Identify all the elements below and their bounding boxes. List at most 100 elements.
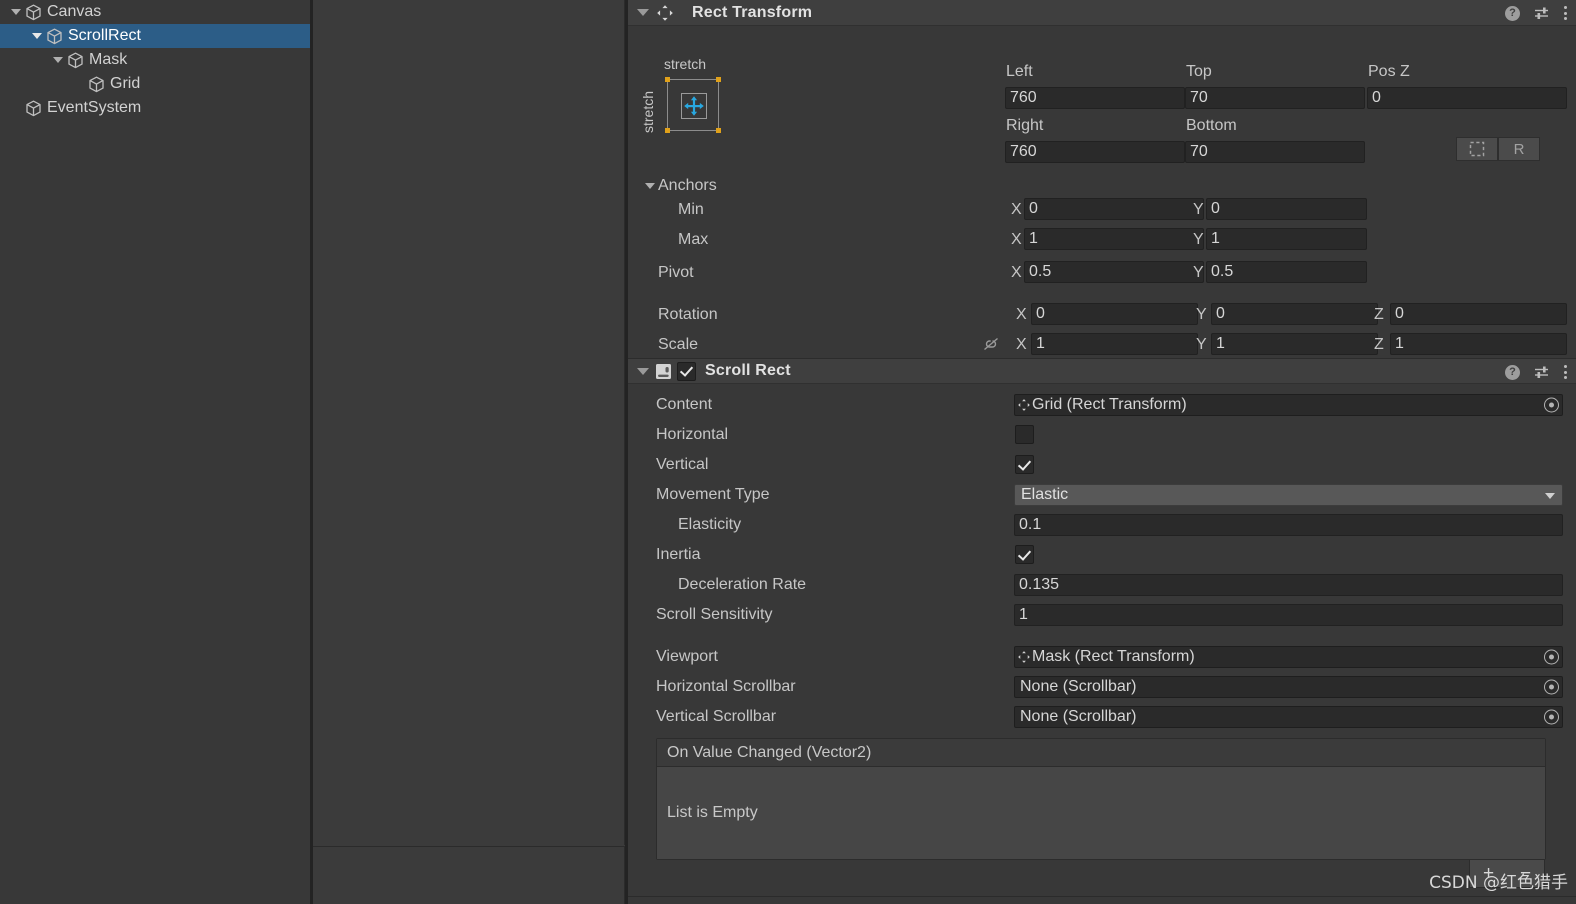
hierarchy-item-scrollrect[interactable]: ScrollRect	[0, 24, 310, 48]
left-input[interactable]: 760	[1005, 87, 1185, 109]
horizontal-scrollbar-object-field[interactable]: None (Scrollbar)	[1014, 676, 1563, 698]
anchor-max-y-input[interactable]: 1	[1206, 228, 1367, 250]
rect-transform-body: stretch stretch Left Top Pos Z 760 70 0 …	[628, 26, 1576, 358]
pivot-x-axis: X	[1011, 264, 1022, 281]
hierarchy-item-canvas[interactable]: Canvas	[0, 0, 310, 24]
rect-transform-header[interactable]: Rect Transform ?	[628, 0, 1576, 26]
preset-icon[interactable]	[1534, 365, 1550, 379]
anchor-preset-box	[665, 77, 721, 133]
vertical-scrollbar-object-field[interactable]: None (Scrollbar)	[1014, 706, 1563, 728]
scroll-rect-foldout-icon[interactable]	[634, 358, 652, 384]
hierarchy-item-grid[interactable]: Grid	[0, 72, 310, 96]
chevron-down-icon	[1545, 493, 1555, 499]
on-value-changed-header: On Value Changed (Vector2)	[657, 739, 1545, 767]
help-icon[interactable]: ?	[1505, 5, 1520, 21]
scroll-rect-body: Content Grid (Rect Transform) Horizontal Ve…	[628, 384, 1576, 744]
rotation-y-axis: Y	[1196, 306, 1207, 323]
on-value-changed-body[interactable]: List is Empty	[657, 767, 1545, 859]
anchor-preset-top-label: stretch	[664, 56, 707, 72]
blueprint-mode-button[interactable]	[1456, 137, 1498, 161]
scroll-sensitivity-input[interactable]: 1	[1014, 604, 1563, 626]
viewport-label: Viewport	[656, 648, 718, 665]
rotation-x-input[interactable]: 0	[1031, 303, 1198, 325]
raw-edit-mode-button[interactable]: R	[1498, 137, 1540, 161]
help-icon[interactable]: ?	[1505, 364, 1520, 380]
anchor-min-y-axis: Y	[1193, 201, 1204, 218]
viewport-object-field[interactable]: Mask (Rect Transform)	[1014, 646, 1563, 668]
anchor-min-x-input[interactable]: 0	[1024, 198, 1204, 220]
scale-x-axis: X	[1016, 336, 1027, 353]
object-picker-icon[interactable]	[1544, 709, 1559, 725]
property-row-vertical: Vertical	[628, 450, 1576, 480]
inertia-label: Inertia	[656, 546, 701, 563]
hierarchy-item-label: ScrollRect	[68, 27, 141, 44]
bottom-input[interactable]: 70	[1185, 141, 1365, 163]
scale-z-input[interactable]: 1	[1390, 333, 1567, 355]
scroll-rect-header[interactable]: Scroll Rect ?	[628, 358, 1576, 384]
vertical-scrollbar-label: Vertical Scrollbar	[656, 708, 777, 725]
scale-x-input[interactable]: 1	[1031, 333, 1198, 355]
rotation-y-input[interactable]: 0	[1211, 303, 1378, 325]
expand-arrow-icon[interactable]	[50, 48, 66, 72]
blueprint-icon	[1469, 141, 1485, 157]
expand-arrow-placeholder	[8, 96, 24, 120]
deceleration-rate-input[interactable]: 0.135	[1014, 574, 1563, 596]
anchors-foldout-icon[interactable]	[642, 174, 658, 198]
anchor-max-label: Max	[678, 231, 709, 248]
expand-arrow-icon[interactable]	[29, 24, 45, 48]
cube-icon	[87, 72, 107, 96]
right-input[interactable]: 760	[1005, 141, 1185, 163]
rect-transform-foldout-icon[interactable]	[634, 0, 652, 26]
expand-arrow-icon[interactable]	[8, 0, 24, 24]
unity-editor-window: Canvas ScrollRect Mask Grid EventSystem Rect…	[0, 0, 1576, 904]
center-panel-upper	[313, 0, 625, 845]
anchor-max-y-axis: Y	[1193, 231, 1204, 248]
scale-z-axis: Z	[1374, 336, 1384, 353]
property-row-horizontal-scrollbar: Horizontal Scrollbar None (Scrollbar)	[628, 672, 1576, 702]
scroll-rect-component-icon	[652, 358, 674, 384]
rect-transform-icon	[652, 0, 678, 26]
anchor-min-y-input[interactable]: 0	[1206, 198, 1367, 220]
pivot-x-input[interactable]: 0.5	[1024, 261, 1204, 283]
inertia-checkbox[interactable]	[1015, 545, 1034, 564]
property-row-movement-type: Movement Type Elastic	[628, 480, 1576, 510]
anchor-preset-left-label: stretch	[640, 90, 657, 134]
top-input[interactable]: 70	[1185, 87, 1365, 109]
horizontal-checkbox[interactable]	[1015, 425, 1034, 444]
property-row-inertia: Inertia	[628, 540, 1576, 570]
scroll-rect-enabled-checkbox[interactable]	[677, 361, 696, 381]
scroll-rect-header-icons: ?	[1505, 359, 1568, 385]
scroll-rect-title: Scroll Rect	[705, 362, 791, 379]
pos-z-input[interactable]: 0	[1367, 87, 1567, 109]
component-menu-icon[interactable]	[1564, 364, 1568, 380]
movement-type-dropdown[interactable]: Elastic	[1014, 484, 1563, 506]
scale-y-input[interactable]: 1	[1211, 333, 1378, 355]
object-picker-icon[interactable]	[1544, 649, 1559, 665]
constrain-proportions-off-icon[interactable]	[982, 336, 1000, 352]
cube-icon	[24, 0, 44, 24]
scale-label: Scale	[658, 336, 699, 353]
vertical-checkbox[interactable]	[1015, 455, 1034, 474]
right-label: Right	[1006, 117, 1044, 134]
content-label: Content	[656, 396, 713, 413]
anchor-max-x-input[interactable]: 1	[1024, 228, 1204, 250]
rotation-z-input[interactable]: 0	[1390, 303, 1567, 325]
hierarchy-item-eventsystem[interactable]: EventSystem	[0, 96, 310, 120]
scale-y-axis: Y	[1196, 336, 1207, 353]
anchor-preset-widget[interactable]: stretch stretch	[640, 56, 750, 151]
content-object-field[interactable]: Grid (Rect Transform)	[1014, 394, 1563, 416]
preset-icon[interactable]	[1534, 6, 1550, 20]
elasticity-input[interactable]: 0.1	[1014, 514, 1563, 536]
watermark: CSDN @红色猎手	[1429, 873, 1568, 893]
hierarchy-item-mask[interactable]: Mask	[0, 48, 310, 72]
anchor-min-label: Min	[678, 201, 704, 218]
rotation-z-axis: Z	[1374, 306, 1384, 323]
object-picker-icon[interactable]	[1544, 679, 1559, 695]
on-value-changed-list: On Value Changed (Vector2) List is Empty…	[656, 738, 1546, 888]
scroll-sensitivity-label: Scroll Sensitivity	[656, 606, 773, 623]
pivot-y-input[interactable]: 0.5	[1206, 261, 1367, 283]
cube-icon	[66, 48, 86, 72]
component-menu-icon[interactable]	[1564, 5, 1568, 21]
anchors-foldout[interactable]: Anchors	[642, 174, 717, 198]
object-picker-icon[interactable]	[1544, 397, 1559, 413]
